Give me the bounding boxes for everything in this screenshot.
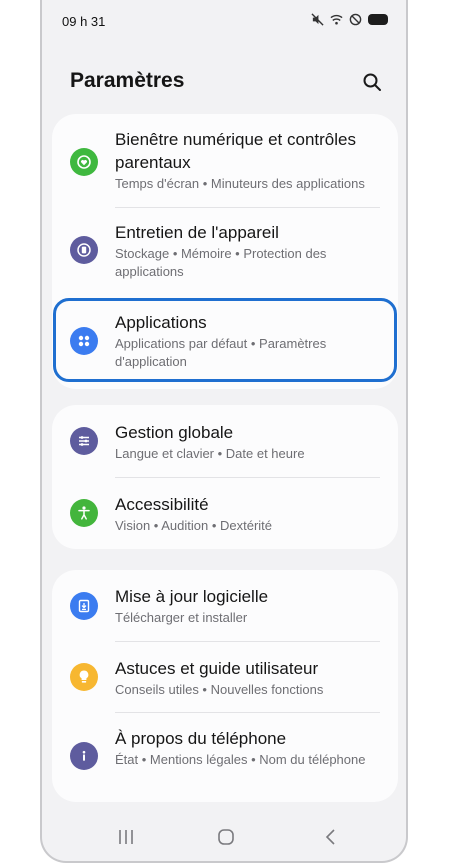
- settings-group-2: Gestion globale Langue et clavier • Date…: [52, 405, 398, 549]
- back-button[interactable]: [316, 825, 346, 849]
- settings-item-tips[interactable]: Astuces et guide utilisateur Conseils ut…: [52, 643, 398, 713]
- mute-icon: [311, 13, 324, 26]
- highlight-ring: [53, 298, 397, 382]
- settings-item-title: À propos du téléphone: [115, 729, 287, 748]
- settings-item-title: Gestion globale: [115, 423, 234, 442]
- settings-item-about-phone[interactable]: À propos du téléphone État • Mentions lé…: [52, 714, 398, 802]
- divider: [115, 712, 380, 713]
- device-care-icon: [70, 236, 98, 264]
- battery-icon: [368, 14, 388, 25]
- divider: [115, 641, 380, 642]
- settings-item-title: Accessibilité: [115, 495, 209, 514]
- about-phone-icon: [70, 742, 98, 770]
- page-title: Paramètres: [70, 69, 185, 92]
- do-not-disturb-icon: [349, 13, 362, 26]
- wifi-icon: [330, 14, 343, 25]
- settings-item-subtitle: Langue et clavier • Date et heure: [115, 446, 305, 461]
- navigation-bar: [42, 813, 406, 861]
- recent-apps-icon: [119, 830, 133, 844]
- header: Paramètres: [42, 62, 406, 102]
- settings-item-subtitle: Vision • Audition • Dextérité: [115, 518, 273, 533]
- tips-icon: [70, 663, 98, 691]
- divider: [115, 477, 380, 478]
- recent-apps-button[interactable]: [111, 825, 141, 849]
- home-icon: [218, 829, 234, 845]
- settings-item-subtitle: Temps d'écran • Minuteurs des applicatio…: [115, 176, 365, 191]
- settings-item-subtitle: État • Mentions légales • Nom du télépho…: [115, 752, 366, 767]
- search-icon: [363, 73, 381, 91]
- settings-item-software-update[interactable]: Mise à jour logicielle Télécharger et in…: [52, 570, 398, 640]
- accessibility-icon: [70, 499, 98, 527]
- back-icon: [325, 829, 335, 845]
- software-update-icon: [70, 592, 98, 620]
- settings-item-subtitle: Conseils utiles • Nouvelles fonctions: [115, 682, 324, 697]
- settings-item-subtitle: Télécharger et installer: [115, 610, 248, 625]
- settings-item-title: Mise à jour logicielle: [115, 587, 269, 606]
- home-button[interactable]: [211, 825, 241, 849]
- general-management-icon: [70, 427, 98, 455]
- status-icons: [311, 13, 388, 26]
- settings-item-title: Entretien de l'appareil: [115, 223, 279, 242]
- status-time: 09 h 31: [62, 14, 106, 29]
- settings-item-title: Astuces et guide utilisateur: [115, 659, 319, 678]
- settings-item-device-care[interactable]: Entretien de l'appareil Stockage • Mémoi…: [52, 209, 398, 291]
- settings-item-digital-wellbeing[interactable]: Bienêtre numérique et contrôles parentau…: [52, 114, 398, 204]
- settings-item-accessibility[interactable]: Accessibilité Vision • Audition • Dextér…: [52, 479, 398, 549]
- settings-item-title: Bienêtre numérique et contrôles parentau…: [115, 130, 356, 172]
- divider: [115, 207, 380, 208]
- status-bar: 09 h 31: [42, 0, 406, 42]
- phone-screen: 09 h 31 Paramètres Bienêtre numérique et…: [40, 0, 408, 863]
- search-button[interactable]: [358, 68, 386, 96]
- digital-wellbeing-icon: [70, 148, 98, 176]
- settings-item-subtitle: Stockage • Mémoire • Protection des appl…: [115, 246, 327, 279]
- settings-item-general-management[interactable]: Gestion globale Langue et clavier • Date…: [52, 405, 398, 475]
- settings-group-3: Mise à jour logicielle Télécharger et in…: [52, 570, 398, 802]
